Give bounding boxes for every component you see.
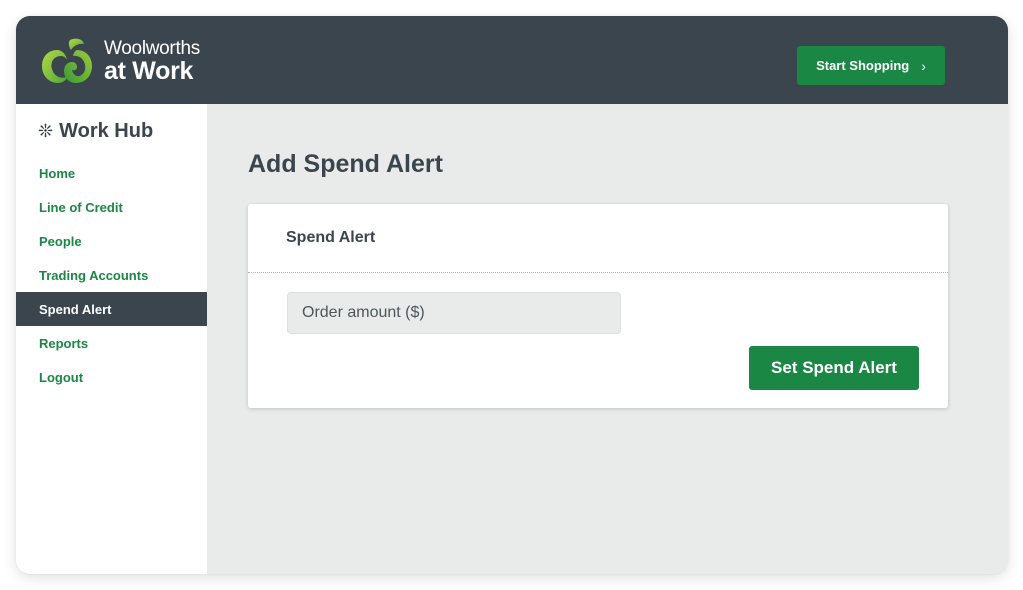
page-title: Add Spend Alert: [248, 150, 443, 178]
sidebar-item-trading-accounts[interactable]: Trading Accounts: [16, 258, 207, 292]
card-title: Spend Alert: [248, 204, 948, 273]
work-hub-title-text: Work Hub: [59, 120, 154, 142]
sidebar-item-people[interactable]: People: [16, 224, 207, 258]
top-header-bar: Woolworths at Work Start Shopping ›: [16, 16, 1008, 104]
brand-name-line1: Woolworths: [104, 37, 200, 59]
main-content: Add Spend Alert Spend Alert Set Spend Al…: [207, 104, 1008, 574]
sidebar-item-reports[interactable]: Reports: [16, 326, 207, 360]
brand-name-line2: at Work: [104, 56, 194, 85]
sidebar-item-home[interactable]: Home: [16, 156, 207, 190]
start-shopping-label: Start Shopping: [816, 58, 910, 73]
sidebar-item-spend-alert[interactable]: Spend Alert: [16, 292, 207, 326]
sidebar-item-line-of-credit[interactable]: Line of Credit: [16, 190, 207, 224]
start-shopping-button[interactable]: Start Shopping ›: [797, 46, 945, 85]
order-amount-input[interactable]: [287, 292, 621, 334]
spend-alert-card: Spend Alert Set Spend Alert: [248, 204, 948, 408]
sidebar-nav: Home Line of Credit People Trading Accou…: [16, 156, 207, 394]
sidebar-item-logout[interactable]: Logout: [16, 360, 207, 394]
snowflake-hub-icon: ❊: [38, 121, 54, 141]
set-spend-alert-button[interactable]: Set Spend Alert: [749, 346, 919, 390]
chevron-right-icon: ›: [921, 57, 926, 74]
woolworths-at-work-logo[interactable]: Woolworths at Work: [40, 36, 200, 86]
sidebar: ❊ Work Hub Home Line of Credit People Tr…: [16, 104, 207, 574]
woolworths-apple-logo-icon: [42, 38, 92, 83]
app-window: Woolworths at Work Start Shopping › ❊ Wo…: [16, 16, 1008, 574]
work-hub-title: ❊ Work Hub: [38, 120, 153, 143]
